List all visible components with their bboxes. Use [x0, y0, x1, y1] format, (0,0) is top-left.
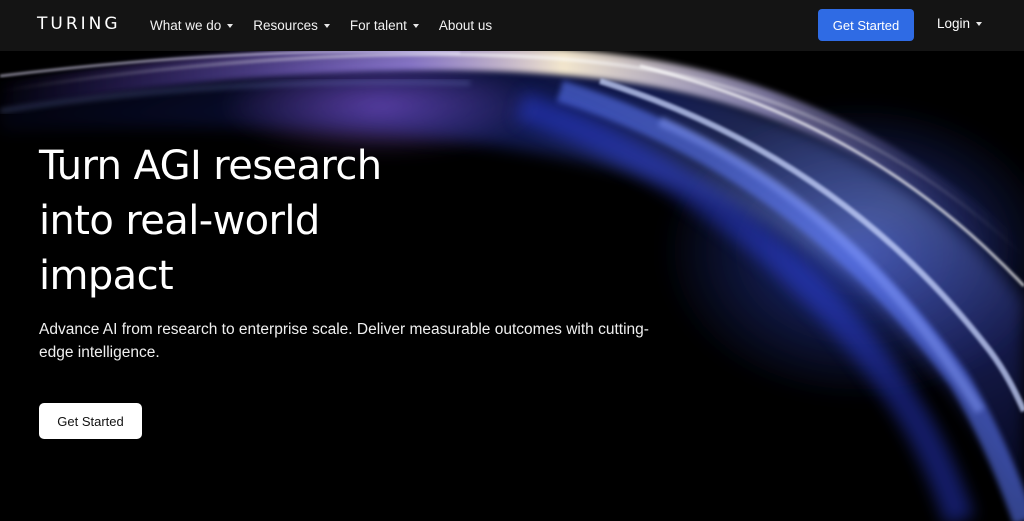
nav-item-label: Resources [253, 18, 318, 33]
caret-down-icon [976, 21, 983, 26]
nav-item-label: About us [438, 18, 493, 33]
login-label: Login [937, 16, 971, 31]
hero-title-line-1: Turn AGI research [39, 143, 382, 189]
hero-title-line-2: into real-world [39, 198, 320, 244]
top-navigation-bar: TURING What we do Resources For talent A… [0, 0, 1024, 51]
caret-down-icon [412, 23, 419, 28]
nav-item-about-us[interactable]: About us [439, 18, 492, 33]
nav-item-what-we-do[interactable]: What we do [150, 18, 234, 33]
hero-section: Turn AGI research into real-world impact… [0, 51, 1024, 521]
turing-logo[interactable]: TURING [37, 14, 121, 34]
hero-title-line-3: impact [39, 253, 174, 299]
nav-get-started-button[interactable]: Get Started [818, 9, 914, 41]
nav-item-label: What we do [150, 18, 222, 33]
caret-down-icon [323, 23, 330, 28]
main-nav-menu: What we do Resources For talent About us [150, 0, 512, 51]
nav-item-resources[interactable]: Resources [253, 18, 330, 33]
nav-item-label: For talent [349, 18, 407, 33]
caret-down-icon [227, 23, 234, 28]
nav-item-for-talent[interactable]: For talent [350, 18, 419, 33]
hero-subtitle: Advance AI from research to enterprise s… [39, 321, 649, 361]
login-dropdown-button[interactable]: Login [937, 16, 983, 31]
hero-title: Turn AGI research into real-world impact [39, 139, 459, 304]
hero-get-started-button[interactable]: Get Started [39, 403, 142, 439]
